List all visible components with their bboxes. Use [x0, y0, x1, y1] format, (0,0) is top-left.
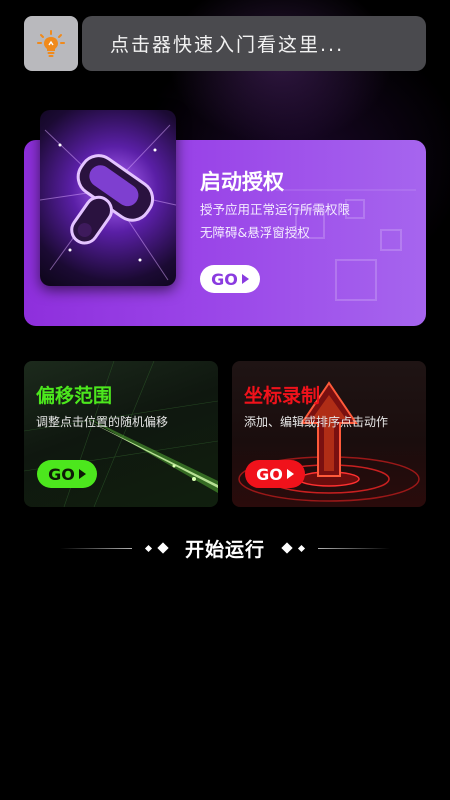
start-run-label: 开始运行	[184, 538, 265, 561]
lightbulb-icon	[37, 29, 65, 57]
diamond-icon	[297, 544, 306, 552]
auth-title: 启动授权	[200, 170, 284, 194]
go-label: GO	[256, 464, 283, 484]
offset-range-title: 偏移范围	[36, 385, 113, 407]
quick-start-hint-bar[interactable]: 点击器快速入门看这里...	[82, 16, 426, 71]
auth-illustration	[40, 110, 176, 286]
diamond-icon	[144, 544, 153, 552]
offset-range-go-button[interactable]: GO	[37, 460, 97, 488]
coordinate-record-go-button[interactable]: GO	[245, 460, 305, 488]
auth-description-line1: 授予应用正常运行所需权限	[200, 202, 351, 217]
hint-text: 点击器快速入门看这里...	[110, 34, 345, 56]
start-run-button[interactable]: 开始运行	[0, 530, 450, 566]
help-button[interactable]	[24, 16, 78, 71]
diamond-icon	[281, 542, 293, 554]
diamond-icon	[157, 542, 169, 554]
divider-line	[318, 547, 390, 549]
go-label: GO	[211, 269, 238, 289]
play-icon	[78, 469, 86, 479]
play-icon	[286, 469, 294, 479]
divider-line	[59, 547, 132, 549]
go-label: GO	[48, 464, 75, 484]
coordinate-record-description: 添加、编辑或排序点击动作	[244, 415, 389, 429]
auth-description-line2: 无障碍&悬浮窗授权	[200, 225, 310, 240]
play-icon	[241, 274, 249, 284]
auth-go-button[interactable]: GO	[200, 265, 260, 293]
coordinate-record-title: 坐标录制	[244, 385, 321, 407]
offset-range-description: 调整点击位置的随机偏移	[36, 415, 169, 429]
